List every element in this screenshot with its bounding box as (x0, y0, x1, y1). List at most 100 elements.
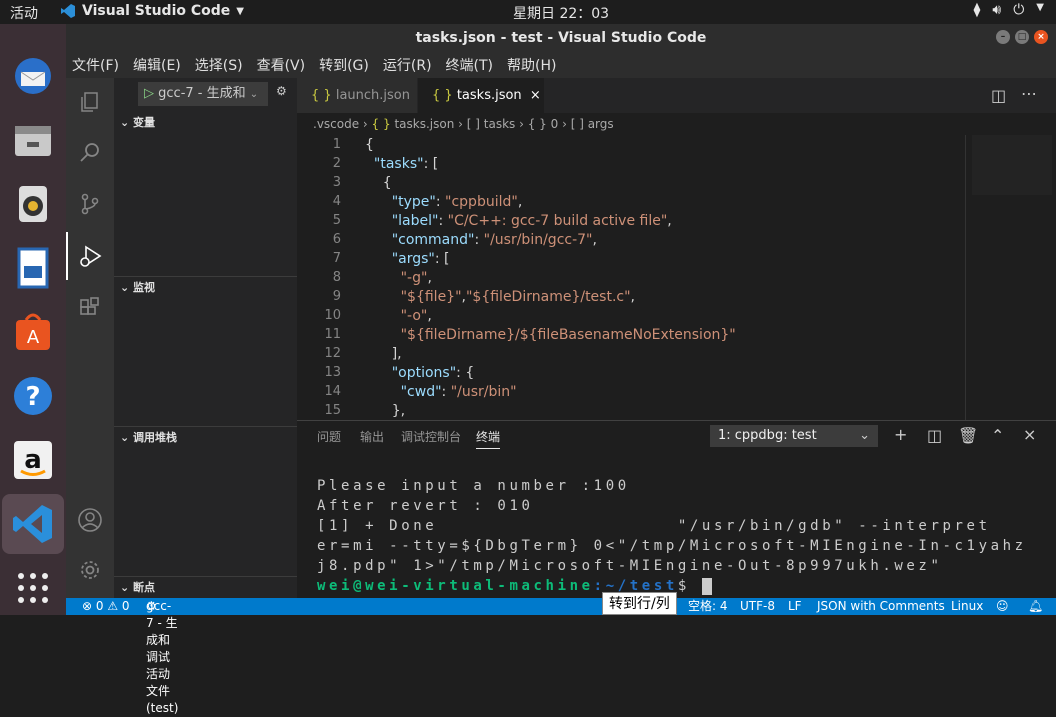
terminal-line: After revert : 010 (317, 498, 534, 514)
menu-file[interactable]: 文件(F) (72, 55, 119, 75)
chevron-down-icon[interactable]: ▼ (1036, 2, 1044, 18)
code-line: "${fileDirname}/${fileBasenameNoExtensio… (400, 327, 736, 343)
search-icon[interactable] (66, 128, 114, 176)
editor-tabs: { } launch.json { } tasks.json × ◫ ⋯ (297, 78, 1056, 113)
menu-help[interactable]: 帮助(H) (507, 55, 556, 75)
activities-button[interactable]: 活动 (10, 3, 38, 23)
indent-status[interactable]: 空格: 4 (688, 598, 728, 615)
breakpoints-section-header[interactable]: ⌄ 断点 (114, 576, 297, 598)
os-status[interactable]: Linux (951, 598, 983, 615)
menu-selection[interactable]: 选择(S) (195, 55, 243, 75)
tab-terminal[interactable]: 终端 (476, 428, 501, 449)
start-debug-icon[interactable]: ▷ (144, 86, 154, 101)
power-icon[interactable]: ⏻ (1013, 2, 1024, 18)
menu-view[interactable]: 查看(V) (257, 55, 306, 75)
variables-title: 变量 (133, 116, 156, 129)
line-number: 13 (324, 365, 341, 380)
terminal-select[interactable]: 1: cppdbg: test ⌄ (710, 425, 878, 447)
app-grid-icon[interactable] (9, 564, 57, 612)
breadcrumb-folder[interactable]: .vscode (313, 117, 359, 131)
debug-settings-gear-icon[interactable]: ⚙ (276, 84, 287, 98)
libreoffice-writer-icon[interactable] (9, 244, 57, 292)
clock[interactable]: 星期日 22：03 (513, 3, 609, 23)
explorer-icon[interactable] (66, 78, 114, 126)
files-icon[interactable] (9, 116, 57, 164)
menu-terminal[interactable]: 终端(T) (446, 55, 493, 75)
close-button[interactable]: × (1034, 30, 1048, 44)
chevron-down-icon: ⌄ (120, 116, 134, 129)
code-line: "-g", (400, 270, 432, 286)
breadcrumb-args[interactable]: [ ] args (571, 117, 614, 131)
code-line: "cwd": "/usr/bin" (400, 384, 517, 400)
tab-tasks-json[interactable]: { } tasks.json × (418, 78, 544, 113)
tab-problems[interactable]: 问题 (317, 428, 341, 445)
thunderbird-icon[interactable] (9, 52, 57, 100)
source-control-icon[interactable] (66, 180, 114, 228)
new-terminal-icon[interactable]: + (894, 425, 907, 444)
breadcrumb-tasks[interactable]: [ ] tasks (467, 117, 516, 131)
language-status[interactable]: JSON with Comments (817, 598, 945, 615)
breadcrumb-file[interactable]: tasks.json (394, 117, 454, 131)
terminal-output[interactable]: Please input a number :100 After revert :… (317, 476, 1027, 596)
split-editor-icon[interactable]: ◫ (991, 86, 1006, 105)
minimap[interactable] (972, 135, 1052, 195)
run-config-label: gcc-7 - 生成和 (158, 86, 246, 101)
maximize-button[interactable]: □ (1015, 30, 1029, 44)
notifications-bell-icon[interactable]: 🔔︎ (1028, 598, 1043, 615)
menu-bar: 文件(F) 编辑(E) 选择(S) 查看(V) 转到(G) 运行(R) 终端(T… (66, 52, 1056, 78)
terminal-line: j8.pdp" 1>"/tmp/Microsoft-MIEngine-Out-8… (317, 558, 943, 574)
help-icon[interactable]: ? (9, 372, 57, 420)
extensions-icon[interactable] (66, 284, 114, 332)
more-actions-icon[interactable]: ⋯ (1021, 84, 1037, 103)
problems-status[interactable]: ⊗ 0 ⚠ 0 (82, 598, 130, 615)
line-number: 15 (324, 403, 341, 418)
tab-debug-console[interactable]: 调试控制台 (401, 428, 461, 445)
feedback-icon[interactable]: ☺ (996, 598, 1009, 615)
terminal-line: [1] + Done "/usr/bin/gdb" --interpret (317, 518, 991, 534)
menu-go[interactable]: 转到(G) (319, 55, 369, 75)
run-debug-icon[interactable] (66, 232, 114, 280)
app-name: Visual Studio Code (82, 3, 231, 19)
software-center-icon[interactable]: A (9, 308, 57, 356)
bottom-panel: 问题 输出 调试控制台 终端 1: cppdbg: test ⌄ + ◫ 🗑︎ … (297, 420, 1056, 598)
system-tray[interactable]: ⧫ 🔊︎ ⏻ ▼ (973, 2, 1044, 18)
line-number: 6 (332, 232, 341, 247)
chevron-down-icon: ⌄ (120, 431, 134, 444)
close-panel-icon[interactable]: × (1023, 425, 1036, 444)
watch-section-header[interactable]: ⌄ 监视 (114, 276, 297, 298)
tab-output[interactable]: 输出 (360, 428, 384, 445)
chevron-down-icon: ⌄ (120, 281, 134, 294)
breadcrumb-index[interactable]: { } 0 (528, 117, 559, 131)
network-icon[interactable]: ⧫ (973, 2, 980, 18)
minimize-button[interactable]: – (996, 30, 1010, 44)
settings-gear-icon[interactable] (66, 546, 114, 594)
svg-text:A: A (27, 327, 40, 348)
volume-icon[interactable]: 🔊︎ (992, 2, 1001, 18)
debug-status-label: gcc-7 - 生成和调试活动文件 (test) (146, 599, 179, 715)
app-menu[interactable]: Visual Studio Code ▼ (60, 3, 244, 19)
code-line: "tasks": [ (373, 156, 439, 172)
callstack-section-header[interactable]: ⌄ 调用堆栈 (114, 426, 297, 448)
menu-run[interactable]: 运行(R) (383, 55, 432, 75)
account-icon[interactable] (66, 496, 114, 544)
amazon-icon[interactable]: a (9, 436, 57, 484)
rhythmbox-icon[interactable] (9, 180, 57, 228)
code-line: }, (365, 403, 406, 419)
eol-status[interactable]: LF (788, 598, 802, 615)
variables-section-header[interactable]: ⌄ 变量 (114, 112, 297, 134)
run-config-dropdown[interactable]: ▷ gcc-7 - 生成和 ⌄ (138, 82, 268, 106)
svg-text:?: ? (25, 382, 40, 412)
trash-icon[interactable]: 🗑︎ (958, 426, 978, 445)
minimap-divider (965, 135, 966, 420)
vscode-icon[interactable] (2, 494, 64, 554)
breakpoints-title: 断点 (133, 581, 156, 594)
maximize-panel-icon[interactable]: ⌃ (991, 426, 1004, 445)
code-editor[interactable]: 1{2 "tasks": [3 {4 "type": "cppbuild", 5 … (297, 135, 1056, 420)
menu-edit[interactable]: 编辑(E) (133, 55, 181, 75)
close-tab-icon[interactable]: × (530, 88, 541, 103)
encoding-status[interactable]: UTF-8 (740, 598, 775, 615)
tab-launch-json[interactable]: { } launch.json (297, 78, 417, 113)
line-number: 10 (324, 308, 341, 323)
tab-label: launch.json (335, 88, 410, 103)
split-terminal-icon[interactable]: ◫ (927, 426, 942, 445)
